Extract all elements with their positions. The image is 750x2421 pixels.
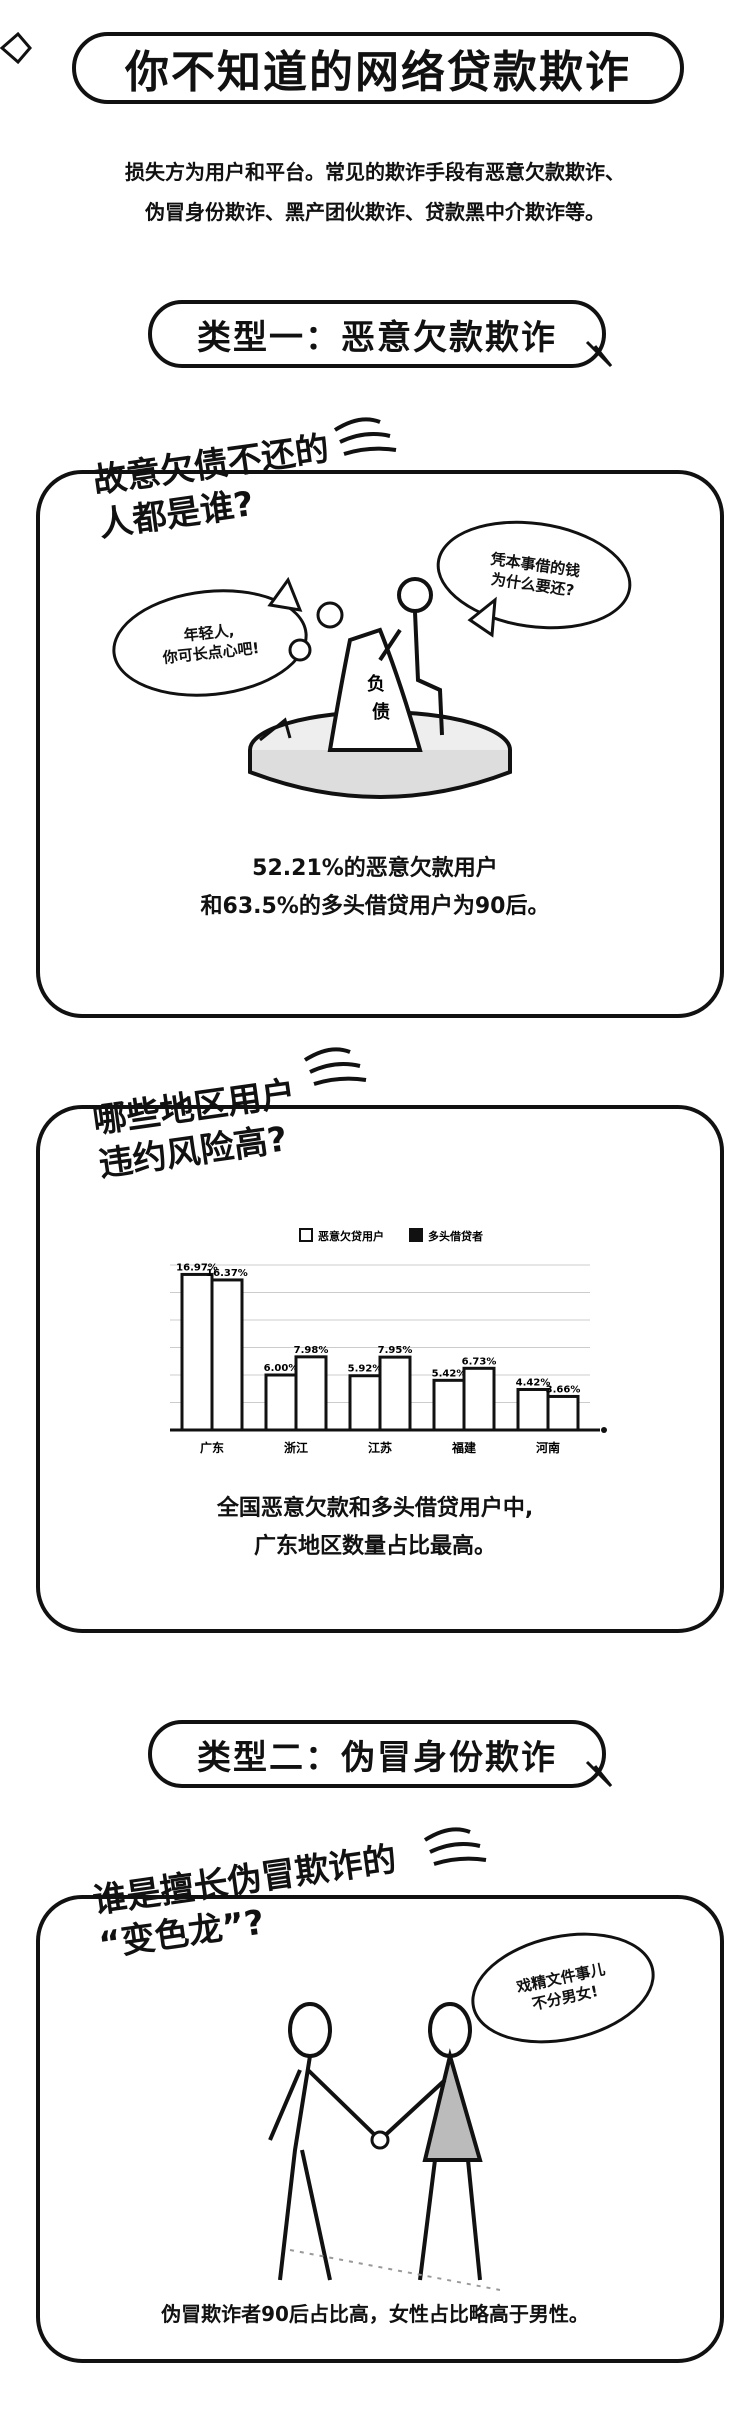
panel1-stat-line2: 和63.5%的多头借贷用户为90后。 bbox=[200, 894, 550, 919]
data-label: 7.98% bbox=[294, 1345, 329, 1356]
axis-end-dot bbox=[601, 1427, 607, 1433]
section1-title: 类型一：恶意欠款欺诈 bbox=[197, 317, 557, 358]
bar bbox=[210, 1278, 244, 1432]
intro-line-2: 伪冒身份欺诈、黑产团伙欺诈、贷款黑中介欺诈等。 bbox=[145, 200, 605, 224]
data-label: 5.42% bbox=[432, 1368, 467, 1379]
legend-swatch bbox=[409, 1228, 423, 1242]
bar bbox=[546, 1394, 580, 1432]
bar bbox=[432, 1378, 466, 1432]
data-label: 3.66% bbox=[546, 1384, 581, 1395]
region-bar-chart: 恶意欠贷用户 多头借贷者16.97%16.37%广东6.00%7.98%浙江5.9… bbox=[170, 1228, 607, 1455]
category-label: 河南 bbox=[535, 1440, 560, 1455]
panel3-stat: 伪冒欺诈者90后占比高，女性占比略高于男性。 bbox=[70, 2295, 680, 2333]
panel1-stat: 52.21%的恶意欠款用户 和63.5%的多头借贷用户为90后。 bbox=[120, 850, 630, 926]
category-label: 江苏 bbox=[368, 1440, 392, 1455]
bar bbox=[294, 1355, 328, 1432]
handshake-illustration bbox=[268, 2002, 501, 2291]
page-title: 你不知道的网络贷款欺诈 bbox=[125, 47, 631, 98]
category-label: 福建 bbox=[451, 1440, 477, 1455]
legend-label: 恶意欠贷用户 bbox=[318, 1229, 384, 1243]
banner-tail-icon bbox=[585, 340, 613, 368]
intro-text: 损失方为用户和平台。常见的欺诈手段有恶意欠款欺诈、 伪冒身份欺诈、黑产团伙欺诈、… bbox=[75, 152, 675, 232]
category-label: 浙江 bbox=[284, 1440, 308, 1455]
bar bbox=[378, 1355, 412, 1432]
page-title-banner: 你不知道的网络贷款欺诈 bbox=[72, 32, 684, 104]
panel3-stat-line: 伪冒欺诈者90后占比高，女性占比略高于男性。 bbox=[161, 2302, 589, 2326]
intro-line-1: 损失方为用户和平台。常见的欺诈手段有恶意欠款欺诈、 bbox=[125, 160, 625, 184]
data-label: 7.95% bbox=[378, 1345, 413, 1356]
section2-title: 类型二：伪冒身份欺诈 bbox=[197, 1737, 557, 1778]
data-label: 5.92% bbox=[348, 1364, 383, 1375]
bar bbox=[180, 1272, 214, 1432]
bar bbox=[462, 1366, 496, 1432]
bar bbox=[264, 1373, 298, 1432]
section1-banner: 类型一：恶意欠款欺诈 bbox=[148, 300, 606, 368]
data-label: 6.73% bbox=[462, 1356, 497, 1367]
bar bbox=[516, 1387, 550, 1432]
data-label: 6.00% bbox=[264, 1363, 299, 1374]
category-label: 广东 bbox=[200, 1440, 224, 1455]
panel1-stat-line1: 52.21%的恶意欠款用户 bbox=[252, 856, 498, 881]
section2-banner: 类型二：伪冒身份欺诈 bbox=[148, 1720, 606, 1788]
legend-swatch bbox=[299, 1228, 313, 1242]
corner-diamond-icon bbox=[0, 31, 32, 65]
banner-tail-icon-2 bbox=[585, 1760, 613, 1788]
sparkle-lines-icon-2 bbox=[303, 1047, 367, 1086]
panel2-stat-line1: 全国恶意欠款和多头借贷用户中, bbox=[216, 1496, 534, 1521]
debt-label-1: 负 bbox=[367, 673, 385, 695]
panel2-stat: 全国恶意欠款和多头借贷用户中, 广东地区数量占比最高。 bbox=[120, 1490, 630, 1566]
debt-label-2: 债 bbox=[372, 701, 390, 723]
legend-label: 多头借贷者 bbox=[428, 1229, 483, 1243]
panel2-stat-line2: 广东地区数量占比最高。 bbox=[253, 1534, 496, 1559]
sparkle-lines-icon bbox=[333, 417, 397, 456]
sparkle-lines-icon-3 bbox=[423, 1827, 487, 1866]
bar bbox=[348, 1374, 382, 1432]
data-label: 16.37% bbox=[206, 1268, 248, 1279]
debt-illustration: 负 债 bbox=[248, 576, 512, 799]
